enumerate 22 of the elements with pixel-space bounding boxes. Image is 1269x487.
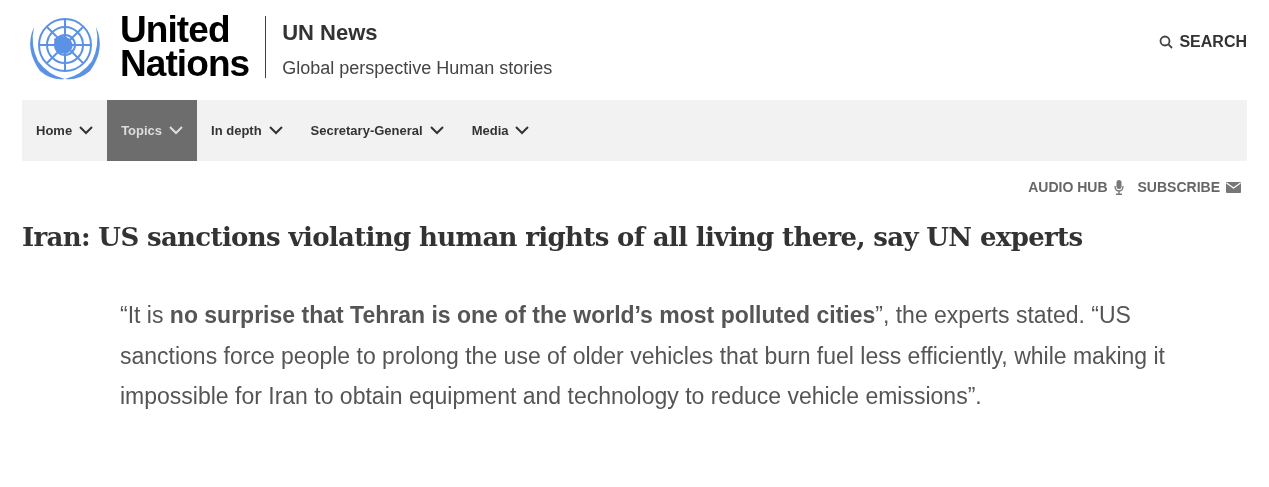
article-title: Iran: US sanctions violating human rights of all living there, say UN experts xyxy=(22,221,1084,254)
microphone-icon xyxy=(1113,180,1124,195)
quote-paragraph: “It is no surprise that Tehran is one of the world’s most polluted cities”, the experts stated. “US sanctions force people to prolong the use of older vehicles that burn fuel less efficiently, while making it impossible for Iran to obtain equipment and technology to reduce vehicle emissions”. xyxy=(120,301,1166,411)
utility-link[interactable]: SUBSCRIBE xyxy=(1137,177,1241,198)
site-tagline: Global perspective Human stories xyxy=(282,57,553,80)
brand-name[interactable]: United xyxy=(120,13,250,47)
chevron-down-icon xyxy=(268,126,283,135)
search-icon xyxy=(1159,35,1174,49)
chevron-down-icon xyxy=(429,126,444,135)
chevron-down-icon xyxy=(169,126,184,135)
nav-tab[interactable]: Secretary-General xyxy=(296,100,458,161)
brand-name[interactable]: Nations xyxy=(120,47,250,81)
search-button[interactable]: SEARCH xyxy=(1159,30,1247,54)
nav-tab[interactable]: In depth xyxy=(197,100,297,161)
site-title[interactable]: UN News xyxy=(282,16,553,49)
nav-tab[interactable]: Media xyxy=(457,100,544,161)
nav-tab[interactable]: Topics xyxy=(107,100,198,161)
nav-tab[interactable]: Home xyxy=(22,100,108,161)
chevron-down-icon xyxy=(79,126,94,135)
chevron-down-icon xyxy=(515,126,530,135)
utility-link[interactable]: AUDIO HUB xyxy=(1028,177,1124,198)
envelope-icon xyxy=(1226,182,1241,193)
